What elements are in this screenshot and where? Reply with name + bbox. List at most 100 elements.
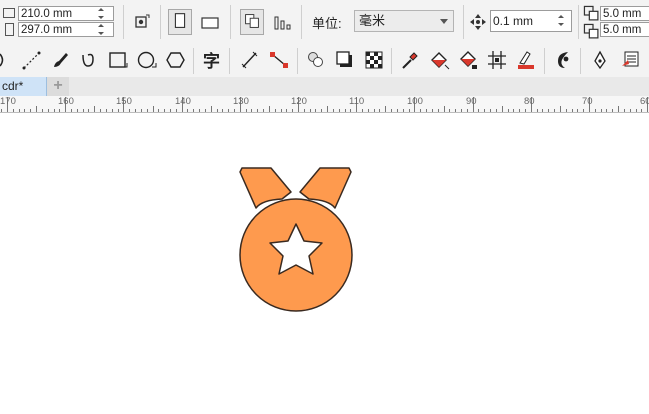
ruler-tick: [1, 109, 2, 112]
portrait-button[interactable]: [168, 9, 192, 35]
separator: [123, 5, 124, 39]
ruler-tick: [100, 109, 101, 112]
duplicate-y-icon: [582, 22, 600, 40]
ruler-tick: [560, 106, 561, 112]
smart-fill-tool-icon[interactable]: [457, 49, 479, 71]
ruler-tick: [449, 109, 450, 112]
ellipse-tool-icon[interactable]: [136, 49, 158, 71]
ruler-tick: [153, 106, 154, 112]
ruler-label: 120: [291, 96, 307, 107]
ruler-tick: [24, 109, 25, 112]
ruler-tick: [403, 109, 404, 112]
ruler-label: 70: [582, 96, 593, 107]
toolbox: 字: [0, 44, 649, 78]
ruler-tick: [187, 109, 188, 112]
ruler-label: 160: [58, 96, 74, 107]
ruler-tick: [525, 109, 526, 112]
rectangle-tool-icon[interactable]: [107, 49, 129, 71]
ruler-tick: [304, 109, 305, 112]
artistic-media-tool-icon[interactable]: [49, 49, 71, 71]
ruler-label: 60: [640, 96, 649, 107]
page-height-spinner[interactable]: [93, 22, 109, 37]
ruler-tick: [641, 109, 642, 112]
interactive-fill-tool-icon[interactable]: [428, 49, 450, 71]
text-tool-icon[interactable]: 字: [201, 49, 223, 71]
all-pages-button[interactable]: [240, 9, 264, 35]
ruler-tick: [48, 109, 49, 112]
ruler-tick: [54, 109, 55, 112]
ruler-tick: [263, 109, 264, 112]
add-document-tab-button[interactable]: +: [47, 77, 69, 96]
ruler-tick: [548, 109, 549, 112]
ruler-tick: [542, 109, 543, 112]
ruler-tick: [164, 109, 165, 112]
ruler-tick: [199, 109, 200, 112]
separator: [301, 5, 302, 39]
document-tab[interactable]: cdr*: [0, 77, 47, 96]
ruler-tick: [321, 109, 322, 112]
bezier-tool-icon[interactable]: [77, 49, 99, 71]
ruler-label: 140: [175, 96, 191, 107]
landscape-button[interactable]: [199, 11, 221, 33]
ruler-tick: [601, 109, 602, 112]
ruler-tick: [444, 106, 445, 112]
blend-tool-icon[interactable]: [305, 49, 327, 71]
corel-connect-icon[interactable]: [552, 49, 574, 71]
ruler-tick: [246, 109, 247, 112]
page-options-icon[interactable]: [131, 11, 153, 33]
ruler-tick: [193, 109, 194, 112]
eyedropper-tool-icon[interactable]: [399, 49, 421, 71]
ruler-tick: [106, 109, 107, 112]
ruler-tick: [77, 109, 78, 112]
ruler-tick: [88, 109, 89, 112]
object-manager-icon[interactable]: [619, 49, 641, 71]
separator: [580, 48, 581, 74]
drop-shadow-tool-icon[interactable]: [334, 49, 356, 71]
ruler-tick: [397, 109, 398, 112]
drawing-canvas[interactable]: [0, 113, 649, 411]
ruler-tick: [141, 109, 142, 112]
transparency-tool-icon[interactable]: [363, 49, 385, 71]
ruler-tick: [205, 109, 206, 112]
ruler-tick: [577, 109, 578, 112]
current-page-button[interactable]: [271, 11, 293, 33]
chevron-down-icon[interactable]: [440, 19, 448, 24]
ruler-tick: [420, 109, 421, 112]
ruler-tick: [391, 109, 392, 112]
duplicate-y-field[interactable]: 5.0 mm: [600, 22, 649, 37]
outline-pen-tool-icon[interactable]: [515, 49, 537, 71]
ruler-tick: [502, 106, 503, 112]
separator: [297, 48, 298, 74]
separator: [578, 5, 579, 39]
horizontal-ruler[interactable]: 170 160 150 140 130 120 110 100 90 80 70 60: [0, 96, 649, 113]
ruler-tick: [345, 109, 346, 112]
ruler-tick: [554, 109, 555, 112]
connector-tool-icon[interactable]: [268, 49, 290, 71]
nudge-distance-spinner[interactable]: [553, 13, 569, 28]
separator: [391, 48, 392, 74]
dimension-tool-icon[interactable]: [239, 49, 261, 71]
ruler-tick: [59, 109, 60, 112]
ruler-tick: [374, 109, 375, 112]
mesh-fill-tool-icon[interactable]: [486, 49, 508, 71]
ruler-tick: [327, 106, 328, 112]
units-dropdown[interactable]: 毫米: [354, 10, 454, 32]
ruler-tick: [129, 109, 130, 112]
page-width-spinner[interactable]: [93, 6, 109, 21]
pen-tool-icon[interactable]: [589, 49, 611, 71]
ruler-label: 80: [524, 96, 535, 107]
duplicate-x-field[interactable]: 5.0 mm: [600, 6, 649, 21]
medal-artwork[interactable]: [0, 113, 649, 411]
freehand-tool-icon[interactable]: [21, 49, 43, 71]
nudge-icon: [467, 11, 489, 33]
ruler-tick: [13, 109, 14, 112]
ruler-tick: [426, 109, 427, 112]
property-bar: 210.0 mm 297.0 mm 单位: 毫米 0.1 mm 5.0 mm 5…: [0, 0, 649, 45]
ruler-tick: [251, 109, 252, 112]
ruler-tick: [222, 109, 223, 112]
ruler-tick: [211, 106, 212, 112]
crop-tool-icon[interactable]: [0, 49, 10, 71]
polygon-tool-icon[interactable]: [165, 49, 187, 71]
ruler-tick: [385, 106, 386, 112]
separator: [193, 48, 194, 74]
